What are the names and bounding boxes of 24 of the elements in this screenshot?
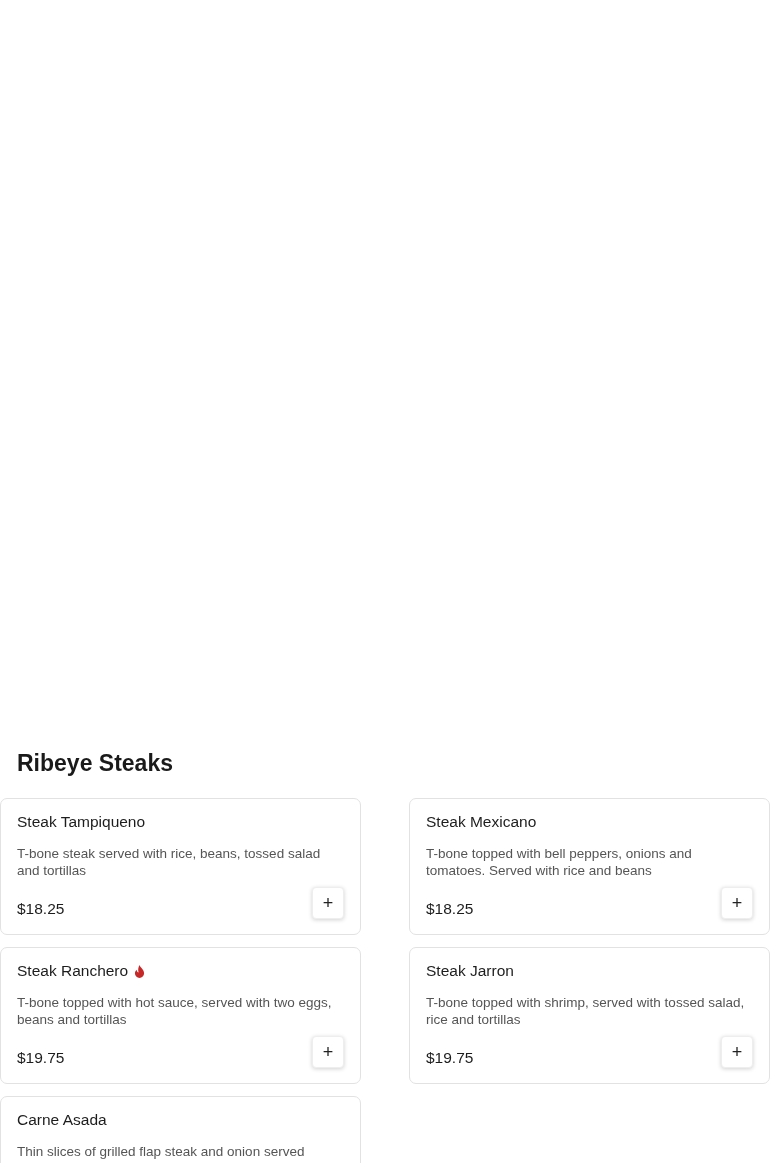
add-button[interactable]: +	[312, 1036, 344, 1068]
item-price: $19.75	[426, 1048, 474, 1068]
item-name: Carne Asada	[17, 1110, 107, 1130]
item-description: T-bone topped with shrimp, served with tossed salad, rice and tortillas	[426, 994, 746, 1028]
menu-item-card[interactable]: Carne Asada Thin slices of grilled flap steak and onion served	[0, 1096, 361, 1163]
menu-item-card[interactable]: Steak Jarron T-bone topped with shrimp, served with tossed salad, rice and tortillas $19.75 +	[409, 947, 770, 1084]
add-button[interactable]: +	[721, 1036, 753, 1068]
item-name: Steak Ranchero	[17, 961, 129, 981]
item-price: $18.25	[426, 899, 474, 919]
item-description: Thin slices of grilled flap steak and onion served	[17, 1143, 306, 1160]
item-description: T-bone steak served with rice, beans, tossed salad and tortillas	[17, 845, 322, 879]
section-heading: Ribeye Steaks	[17, 749, 174, 778]
menu-item-card[interactable]: Steak Mexicano T-bone topped with bell peppers, onions and tomatoes. Served with rice and beans $18.25 +	[409, 798, 770, 935]
item-description: T-bone topped with hot sauce, served with two eggs, beans and tortillas	[17, 994, 333, 1028]
menu-item-card[interactable]: Steak Ranchero T-bone topped with hot sauce, served with two eggs, beans and tortillas $19.75 +	[0, 947, 361, 1084]
item-name: Steak Tampiqueno	[17, 812, 146, 832]
item-name: Steak Mexicano	[426, 812, 537, 832]
item-price: $18.25	[17, 899, 65, 919]
add-button[interactable]: +	[721, 887, 753, 919]
add-button[interactable]: +	[312, 887, 344, 919]
menu-item-card[interactable]: Steak Tampiqueno T-bone steak served with rice, beans, tossed salad and tortillas $18.25 +	[0, 798, 361, 935]
item-description: T-bone topped with bell peppers, onions and tomatoes. Served with rice and beans	[426, 845, 693, 879]
item-name: Steak Jarron	[426, 961, 514, 981]
item-price: $19.75	[17, 1048, 65, 1068]
